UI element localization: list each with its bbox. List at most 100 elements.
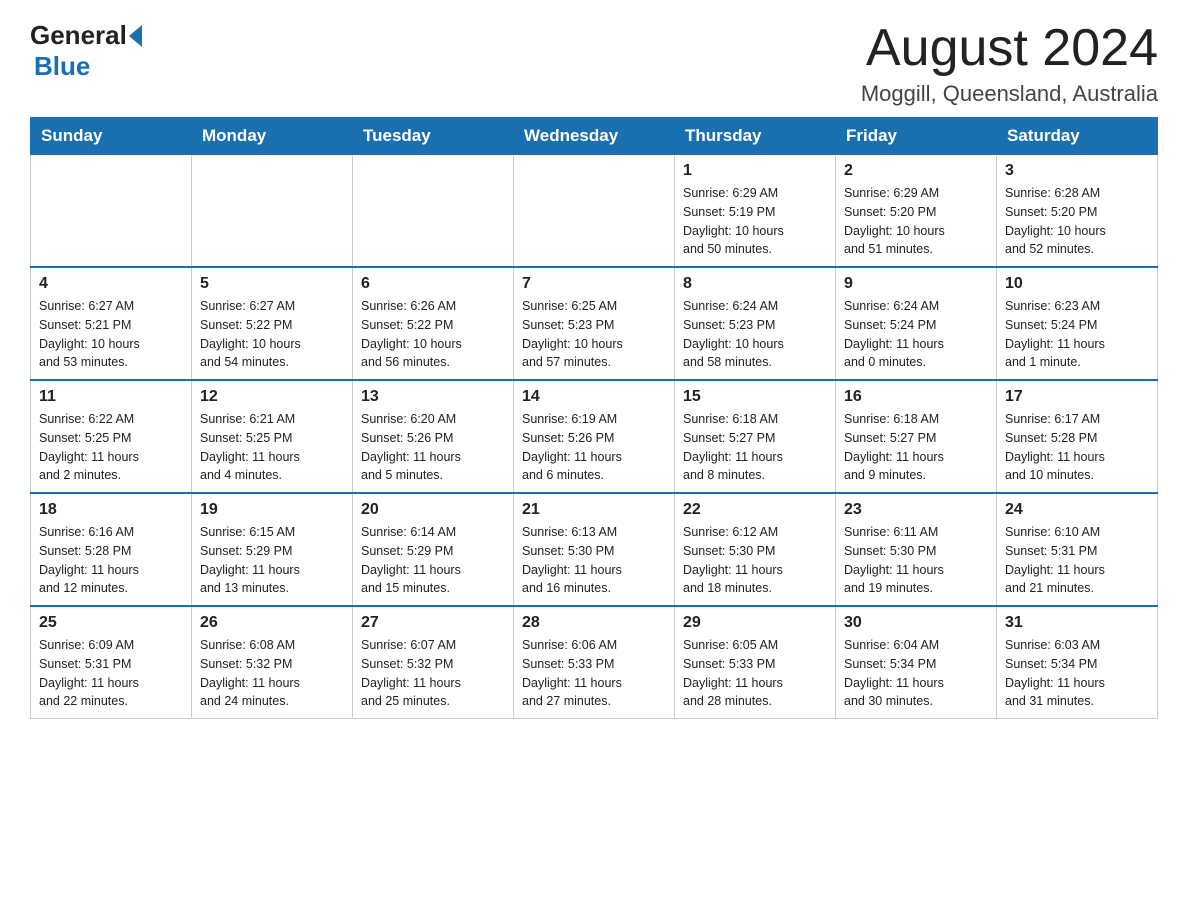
day-number: 16 bbox=[844, 388, 988, 406]
page-header: General Blue August 2024 Moggill, Queens… bbox=[30, 20, 1158, 107]
day-number: 15 bbox=[683, 388, 827, 406]
day-info: Sunrise: 6:22 AM Sunset: 5:25 PM Dayligh… bbox=[39, 410, 183, 485]
calendar-cell: 4 Sunrise: 6:27 AM Sunset: 5:21 PM Daylig… bbox=[31, 267, 192, 380]
day-number: 29 bbox=[683, 614, 827, 632]
calendar-cell: 18 Sunrise: 6:16 AM Sunset: 5:28 PM Dayli… bbox=[31, 493, 192, 606]
day-number: 25 bbox=[39, 614, 183, 632]
calendar-cell: 12 Sunrise: 6:21 AM Sunset: 5:25 PM Dayli… bbox=[192, 380, 353, 493]
calendar-cell: 19 Sunrise: 6:15 AM Sunset: 5:29 PM Dayli… bbox=[192, 493, 353, 606]
logo: General Blue bbox=[30, 20, 142, 82]
month-title: August 2024 bbox=[861, 20, 1158, 77]
calendar-week-row: 1 Sunrise: 6:29 AM Sunset: 5:19 PM Daylig… bbox=[31, 155, 1158, 268]
day-info: Sunrise: 6:24 AM Sunset: 5:24 PM Dayligh… bbox=[844, 297, 988, 372]
day-info: Sunrise: 6:21 AM Sunset: 5:25 PM Dayligh… bbox=[200, 410, 344, 485]
calendar-cell: 21Sunrise: 6:13 AM Sunset: 5:30 PM Dayli… bbox=[514, 493, 675, 606]
day-info: Sunrise: 6:15 AM Sunset: 5:29 PM Dayligh… bbox=[200, 523, 344, 598]
day-info: Sunrise: 6:09 AM Sunset: 5:31 PM Dayligh… bbox=[39, 636, 183, 711]
calendar-cell: 11 Sunrise: 6:22 AM Sunset: 5:25 PM Dayli… bbox=[31, 380, 192, 493]
calendar-cell: 26 Sunrise: 6:08 AM Sunset: 5:32 PM Dayli… bbox=[192, 606, 353, 719]
day-number: 23 bbox=[844, 501, 988, 519]
day-info: Sunrise: 6:29 AM Sunset: 5:20 PM Dayligh… bbox=[844, 184, 988, 259]
calendar-cell bbox=[514, 155, 675, 268]
day-number: 12 bbox=[200, 388, 344, 406]
calendar-week-row: 18 Sunrise: 6:16 AM Sunset: 5:28 PM Dayli… bbox=[31, 493, 1158, 606]
calendar-week-row: 25 Sunrise: 6:09 AM Sunset: 5:31 PM Dayli… bbox=[31, 606, 1158, 719]
calendar-header-row: SundayMondayTuesdayWednesdayThursdayFrid… bbox=[31, 118, 1158, 155]
calendar-cell: 22Sunrise: 6:12 AM Sunset: 5:30 PM Dayli… bbox=[675, 493, 836, 606]
day-info: Sunrise: 6:06 AM Sunset: 5:33 PM Dayligh… bbox=[522, 636, 666, 711]
day-info: Sunrise: 6:24 AM Sunset: 5:23 PM Dayligh… bbox=[683, 297, 827, 372]
day-info: Sunrise: 6:28 AM Sunset: 5:20 PM Dayligh… bbox=[1005, 184, 1149, 259]
day-number: 10 bbox=[1005, 275, 1149, 293]
calendar-cell: 14 Sunrise: 6:19 AM Sunset: 5:26 PM Dayli… bbox=[514, 380, 675, 493]
day-info: Sunrise: 6:25 AM Sunset: 5:23 PM Dayligh… bbox=[522, 297, 666, 372]
day-number: 5 bbox=[200, 275, 344, 293]
calendar-cell: 29 Sunrise: 6:05 AM Sunset: 5:33 PM Dayli… bbox=[675, 606, 836, 719]
calendar-cell: 30Sunrise: 6:04 AM Sunset: 5:34 PM Dayli… bbox=[836, 606, 997, 719]
day-number: 13 bbox=[361, 388, 505, 406]
calendar-header-wednesday: Wednesday bbox=[514, 118, 675, 155]
day-info: Sunrise: 6:20 AM Sunset: 5:26 PM Dayligh… bbox=[361, 410, 505, 485]
day-number: 24 bbox=[1005, 501, 1149, 519]
day-info: Sunrise: 6:11 AM Sunset: 5:30 PM Dayligh… bbox=[844, 523, 988, 598]
title-area: August 2024 Moggill, Queensland, Austral… bbox=[861, 20, 1158, 107]
day-info: Sunrise: 6:29 AM Sunset: 5:19 PM Dayligh… bbox=[683, 184, 827, 259]
logo-blue: Blue bbox=[34, 51, 90, 82]
calendar-header-friday: Friday bbox=[836, 118, 997, 155]
day-number: 7 bbox=[522, 275, 666, 293]
day-number: 19 bbox=[200, 501, 344, 519]
day-number: 1 bbox=[683, 162, 827, 180]
day-number: 11 bbox=[39, 388, 183, 406]
day-number: 26 bbox=[200, 614, 344, 632]
calendar-cell: 13 Sunrise: 6:20 AM Sunset: 5:26 PM Dayli… bbox=[353, 380, 514, 493]
day-info: Sunrise: 6:16 AM Sunset: 5:28 PM Dayligh… bbox=[39, 523, 183, 598]
calendar-cell: 24 Sunrise: 6:10 AM Sunset: 5:31 PM Dayli… bbox=[997, 493, 1158, 606]
day-number: 18 bbox=[39, 501, 183, 519]
day-info: Sunrise: 6:19 AM Sunset: 5:26 PM Dayligh… bbox=[522, 410, 666, 485]
day-number: 4 bbox=[39, 275, 183, 293]
day-number: 27 bbox=[361, 614, 505, 632]
calendar-cell: 6 Sunrise: 6:26 AM Sunset: 5:22 PM Daylig… bbox=[353, 267, 514, 380]
calendar-header-saturday: Saturday bbox=[997, 118, 1158, 155]
day-info: Sunrise: 6:03 AM Sunset: 5:34 PM Dayligh… bbox=[1005, 636, 1149, 711]
calendar-header-tuesday: Tuesday bbox=[353, 118, 514, 155]
calendar-cell bbox=[353, 155, 514, 268]
calendar-cell: 10 Sunrise: 6:23 AM Sunset: 5:24 PM Dayli… bbox=[997, 267, 1158, 380]
day-info: Sunrise: 6:17 AM Sunset: 5:28 PM Dayligh… bbox=[1005, 410, 1149, 485]
calendar-cell: 3 Sunrise: 6:28 AM Sunset: 5:20 PM Daylig… bbox=[997, 155, 1158, 268]
day-number: 6 bbox=[361, 275, 505, 293]
day-info: Sunrise: 6:10 AM Sunset: 5:31 PM Dayligh… bbox=[1005, 523, 1149, 598]
calendar-cell: 20Sunrise: 6:14 AM Sunset: 5:29 PM Dayli… bbox=[353, 493, 514, 606]
day-info: Sunrise: 6:23 AM Sunset: 5:24 PM Dayligh… bbox=[1005, 297, 1149, 372]
day-info: Sunrise: 6:05 AM Sunset: 5:33 PM Dayligh… bbox=[683, 636, 827, 711]
calendar-header-monday: Monday bbox=[192, 118, 353, 155]
day-info: Sunrise: 6:08 AM Sunset: 5:32 PM Dayligh… bbox=[200, 636, 344, 711]
day-number: 3 bbox=[1005, 162, 1149, 180]
calendar-cell: 1 Sunrise: 6:29 AM Sunset: 5:19 PM Daylig… bbox=[675, 155, 836, 268]
day-number: 17 bbox=[1005, 388, 1149, 406]
calendar-table: SundayMondayTuesdayWednesdayThursdayFrid… bbox=[30, 117, 1158, 719]
calendar-cell: 15Sunrise: 6:18 AM Sunset: 5:27 PM Dayli… bbox=[675, 380, 836, 493]
day-info: Sunrise: 6:13 AM Sunset: 5:30 PM Dayligh… bbox=[522, 523, 666, 598]
calendar-cell bbox=[31, 155, 192, 268]
logo-general: General bbox=[30, 20, 127, 51]
calendar-cell: 23 Sunrise: 6:11 AM Sunset: 5:30 PM Dayli… bbox=[836, 493, 997, 606]
calendar-cell: 2 Sunrise: 6:29 AM Sunset: 5:20 PM Daylig… bbox=[836, 155, 997, 268]
day-number: 2 bbox=[844, 162, 988, 180]
day-number: 30 bbox=[844, 614, 988, 632]
location-title: Moggill, Queensland, Australia bbox=[861, 81, 1158, 107]
calendar-cell: 27Sunrise: 6:07 AM Sunset: 5:32 PM Dayli… bbox=[353, 606, 514, 719]
calendar-cell: 16Sunrise: 6:18 AM Sunset: 5:27 PM Dayli… bbox=[836, 380, 997, 493]
calendar-cell: 5Sunrise: 6:27 AM Sunset: 5:22 PM Daylig… bbox=[192, 267, 353, 380]
day-number: 31 bbox=[1005, 614, 1149, 632]
calendar-header-thursday: Thursday bbox=[675, 118, 836, 155]
calendar-cell: 28Sunrise: 6:06 AM Sunset: 5:33 PM Dayli… bbox=[514, 606, 675, 719]
day-number: 9 bbox=[844, 275, 988, 293]
calendar-cell: 8Sunrise: 6:24 AM Sunset: 5:23 PM Daylig… bbox=[675, 267, 836, 380]
calendar-cell bbox=[192, 155, 353, 268]
day-info: Sunrise: 6:14 AM Sunset: 5:29 PM Dayligh… bbox=[361, 523, 505, 598]
calendar-week-row: 4 Sunrise: 6:27 AM Sunset: 5:21 PM Daylig… bbox=[31, 267, 1158, 380]
day-info: Sunrise: 6:26 AM Sunset: 5:22 PM Dayligh… bbox=[361, 297, 505, 372]
day-info: Sunrise: 6:27 AM Sunset: 5:21 PM Dayligh… bbox=[39, 297, 183, 372]
day-number: 14 bbox=[522, 388, 666, 406]
